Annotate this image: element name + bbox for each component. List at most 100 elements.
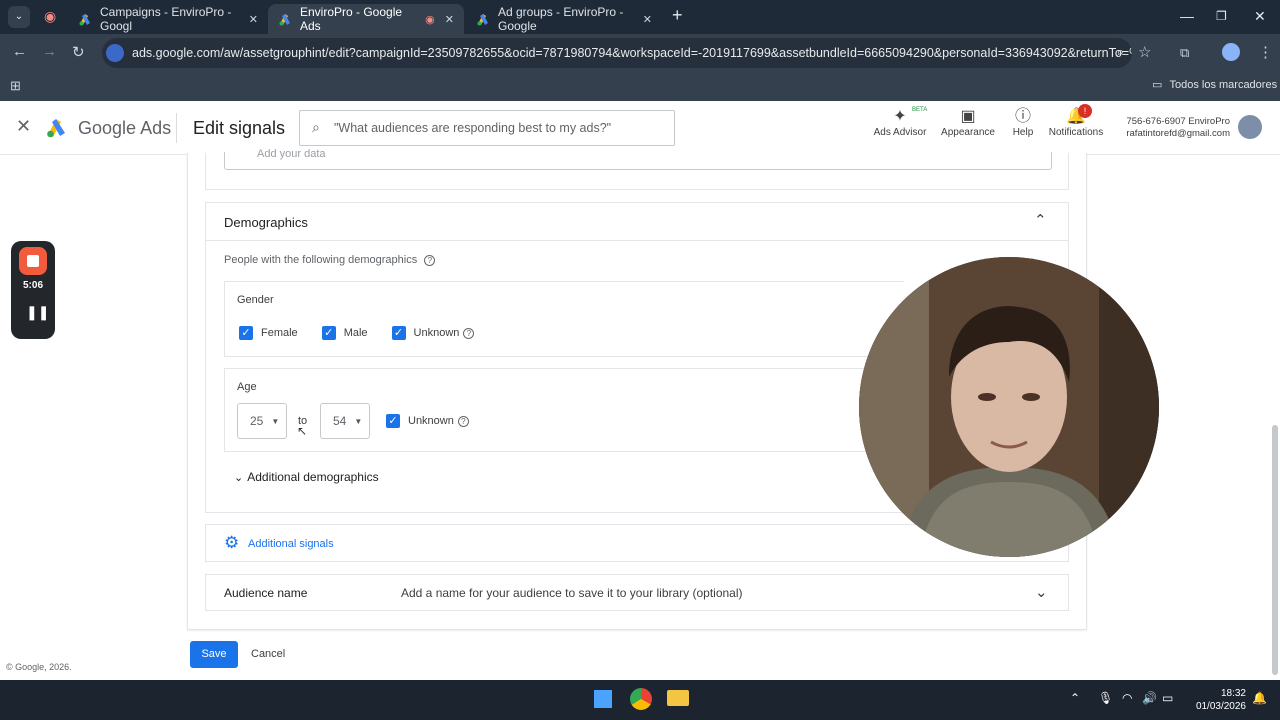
male-checkbox[interactable]: ✓ bbox=[321, 326, 336, 340]
stop-record-button[interactable] bbox=[19, 247, 47, 275]
bookmarks-folder[interactable]: ▭ Todos los marcadores bbox=[1152, 78, 1277, 91]
google-ads-logo-icon bbox=[45, 115, 69, 144]
restore-icon[interactable]: ❐ bbox=[1216, 9, 1227, 23]
appearance-button[interactable]: ▣ Appearance bbox=[940, 107, 996, 138]
account-email: rafatintorefd@gmail.com bbox=[1126, 128, 1230, 139]
url-bar[interactable]: ads.google.com/aw/assetgrouphint/edit?ca… bbox=[102, 38, 1132, 68]
address-bar-row: ← → ↻ ads.google.com/aw/assetgrouphint/e… bbox=[0, 34, 1280, 72]
url-text: ads.google.com/aw/assetgrouphint/edit?ca… bbox=[132, 46, 1132, 60]
extensions-icon[interactable]: ⧉ bbox=[1180, 45, 1189, 61]
appearance-icon: ▣ bbox=[960, 108, 976, 125]
taskbar-clock[interactable]: 18:32 01/03/2026 bbox=[1186, 687, 1246, 713]
demographics-subtitle: People with the following demographics ? bbox=[224, 254, 436, 266]
close-icon[interactable]: ✕ bbox=[16, 116, 31, 137]
close-tab-icon[interactable]: ✕ bbox=[445, 13, 454, 26]
additional-demographics-label: Additional demographics bbox=[247, 470, 379, 484]
audience-name-row[interactable]: Audience name Add a name for your audien… bbox=[205, 574, 1069, 611]
forward-icon[interactable]: → bbox=[42, 43, 57, 60]
unknown-age-label: Unknown bbox=[408, 415, 454, 427]
tab-enviropro[interactable]: EnviroPro - Google Ads ◉ ✕ bbox=[268, 4, 464, 34]
folder-icon: ▭ bbox=[1152, 79, 1163, 91]
help-icon[interactable]: ? bbox=[457, 415, 469, 427]
demographics-header[interactable]: Demographics ⌃ bbox=[206, 203, 1068, 241]
additional-demographics-toggle[interactable]: ⌄ Additional demographics bbox=[234, 470, 379, 484]
unknown-gender-label: Unknown bbox=[413, 327, 460, 339]
wifi-icon[interactable]: ◠ bbox=[1122, 691, 1132, 705]
stop-icon bbox=[27, 255, 39, 267]
tab-title: Campaigns - EnviroPro - Googl bbox=[100, 5, 232, 33]
recording-timer: 5:06 bbox=[22, 280, 43, 291]
tray-chevron-icon[interactable]: ⌃ bbox=[1070, 691, 1080, 705]
female-checkbox[interactable]: ✓ bbox=[239, 326, 253, 340]
tab-search-icon[interactable]: ⌄ bbox=[8, 6, 30, 28]
tab-title: Ad groups - EnviroPro - Google bbox=[498, 5, 624, 33]
age-to-value: 54 bbox=[333, 414, 347, 428]
age-from-select[interactable]: 25 ▼ bbox=[237, 403, 287, 439]
webcam-person-image bbox=[859, 257, 1159, 557]
close-tab-icon[interactable]: ✕ bbox=[643, 13, 652, 26]
data-section: Add your data bbox=[205, 149, 1069, 190]
recording-tab-icon: ◉ bbox=[425, 13, 435, 26]
unknown-age-checkbox[interactable]: ✓ bbox=[386, 414, 400, 428]
microphone-icon[interactable]: 🎙 bbox=[1098, 691, 1113, 705]
search-input[interactable]: ⌕ "What audiences are responding best to… bbox=[299, 110, 675, 146]
apps-grid-icon[interactable]: ⊞ bbox=[10, 78, 21, 94]
age-to-select[interactable]: 54 ▼ bbox=[320, 403, 370, 439]
close-window-icon[interactable]: ✕ bbox=[1254, 8, 1266, 25]
age-label: Age bbox=[237, 381, 257, 393]
chevron-down-icon[interactable]: ⌄ bbox=[1035, 583, 1048, 601]
divider bbox=[176, 113, 177, 143]
search-placeholder: "What audiences are responding best to m… bbox=[334, 121, 612, 135]
battery-icon[interactable]: ▭ bbox=[1162, 691, 1173, 705]
subtitle-text: People with the following demographics bbox=[224, 254, 418, 266]
account-info[interactable]: 756-676-6907 EnviroPro rafatintorefd@gma… bbox=[1110, 116, 1230, 140]
volume-icon[interactable]: 🔊 bbox=[1142, 691, 1157, 705]
notification-center-icon[interactable]: 🔔 bbox=[1252, 691, 1267, 705]
chevron-down-icon: ⌄ bbox=[234, 471, 244, 484]
pause-icon[interactable]: ❚❚ bbox=[26, 304, 49, 321]
help-icon[interactable]: ? bbox=[463, 327, 475, 339]
clock-time: 18:32 bbox=[1220, 688, 1246, 699]
google-ads-favicon-icon bbox=[476, 12, 490, 26]
page-title: Edit signals bbox=[193, 118, 286, 138]
appearance-label: Appearance bbox=[941, 127, 995, 138]
cancel-button[interactable]: Cancel bbox=[251, 648, 285, 660]
audience-name-label: Audience name bbox=[224, 586, 308, 600]
age-section: Age 25 ▼ to 54 ▼ ✓ Unknown ? ↖ bbox=[224, 368, 904, 452]
search-icon: ⌕ bbox=[312, 119, 320, 135]
recording-indicator-icon: ◉ bbox=[44, 8, 57, 24]
scrollbar-thumb[interactable] bbox=[1272, 425, 1278, 675]
notifications-button[interactable]: 🔔 ! Notifications bbox=[1046, 104, 1106, 138]
save-button[interactable]: Save bbox=[190, 641, 238, 668]
file-explorer-icon[interactable] bbox=[667, 690, 689, 706]
zoom-search-icon[interactable]: ⌕ bbox=[1117, 44, 1124, 60]
chrome-taskbar-icon[interactable] bbox=[630, 688, 652, 710]
back-icon[interactable]: ← bbox=[12, 43, 27, 60]
menu-kebab-icon[interactable]: ⋮ bbox=[1258, 43, 1273, 61]
help-icon[interactable]: ? bbox=[424, 254, 436, 266]
chevron-up-icon[interactable]: ⌃ bbox=[1034, 211, 1047, 229]
unknown-gender-checkbox[interactable]: ✓ bbox=[391, 326, 406, 340]
tab-ad-groups[interactable]: Ad groups - EnviroPro - Google ✕ bbox=[466, 4, 662, 34]
bookmarks-bar: ⊞ ▭ Todos los marcadores bbox=[0, 72, 1280, 101]
clock-date: 01/03/2026 bbox=[1195, 701, 1246, 712]
new-tab-icon[interactable]: + bbox=[672, 5, 683, 26]
demographics-title: Demographics bbox=[224, 215, 308, 230]
minimize-icon[interactable]: — bbox=[1180, 8, 1194, 24]
site-info-icon[interactable] bbox=[106, 44, 124, 62]
add-data-input[interactable]: Add your data bbox=[224, 149, 1052, 170]
gender-options: ✓ Female ✓ Male ✓ Unknown ? bbox=[239, 326, 475, 340]
tab-campaigns[interactable]: Campaigns - EnviroPro - Googl ✕ bbox=[68, 4, 268, 34]
ads-advisor-button[interactable]: ✦ BETA Ads Advisor bbox=[870, 107, 930, 138]
profile-avatar[interactable] bbox=[1222, 43, 1240, 61]
reload-icon[interactable]: ↻ bbox=[72, 43, 85, 61]
close-tab-icon[interactable]: ✕ bbox=[249, 13, 258, 26]
help-button[interactable]: ⓘ Help bbox=[1006, 107, 1040, 138]
account-avatar[interactable] bbox=[1238, 115, 1262, 139]
bookmarks-label: Todos los marcadores bbox=[1169, 79, 1278, 91]
browser-tab-strip: ⌄ ◉ Campaigns - EnviroPro - Googl ✕ Envi… bbox=[0, 0, 1280, 34]
windows-start-icon[interactable] bbox=[594, 690, 612, 708]
account-id: 756-676-6907 EnviroPro bbox=[1126, 116, 1230, 127]
additional-signals-link[interactable]: Additional signals bbox=[248, 538, 334, 550]
bookmark-star-icon[interactable]: ☆ bbox=[1138, 43, 1151, 61]
